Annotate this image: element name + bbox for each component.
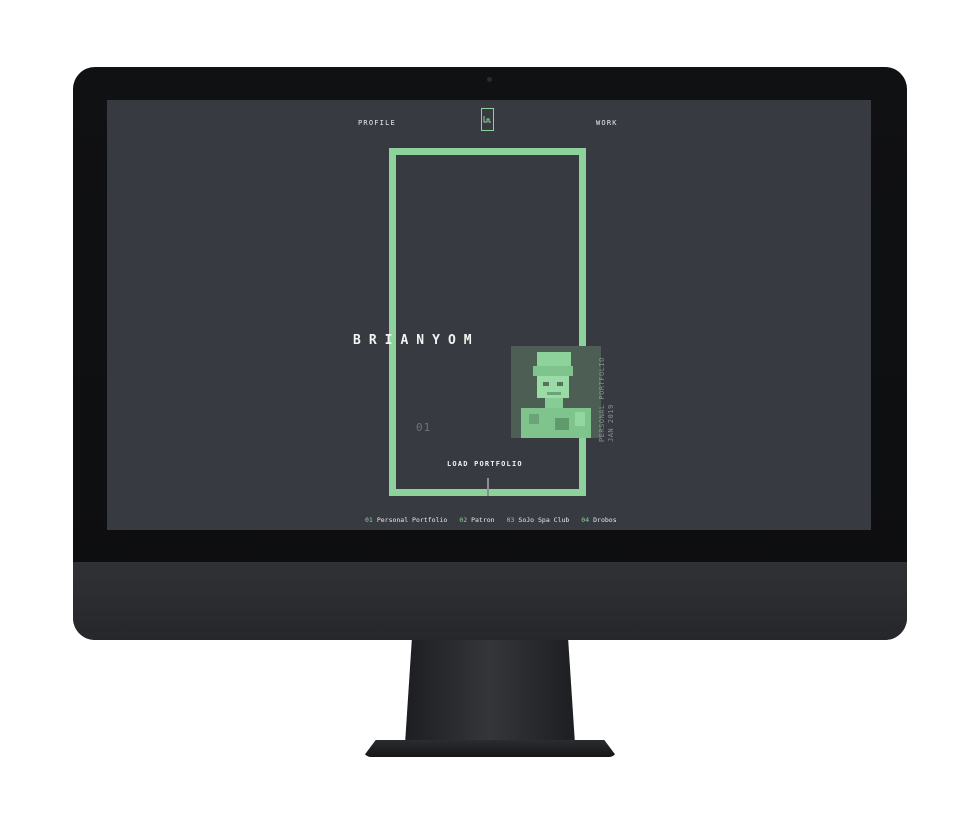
nav-profile-link[interactable]: PROFILE <box>358 119 396 127</box>
project-name: Personal Portfolio <box>376 516 448 524</box>
logo-glyph-icon <box>483 116 491 123</box>
project-name: Drobos <box>593 516 617 524</box>
monitor-stand-foot <box>363 740 617 757</box>
project-index: 01 <box>416 421 432 434</box>
pixel-portrait-image <box>511 346 601 438</box>
project-item-sojo-spa-club[interactable]: 03 SoJo Spa Club <box>507 516 570 524</box>
monitor-chin <box>73 562 907 640</box>
project-item-personal-portfolio[interactable]: 01 Personal Portfolio <box>365 516 447 524</box>
project-item-patron[interactable]: 02 Patron <box>459 516 494 524</box>
project-name: SoJo Spa Club <box>518 516 570 524</box>
vertical-label-title: PERSONAL PORTFOLIO <box>598 357 606 442</box>
project-list: 01 Personal Portfolio 02 Patron 03 SoJo Spa… <box>365 516 617 524</box>
camera-icon <box>487 77 492 82</box>
portfolio-frame <box>389 148 586 496</box>
project-number: 03 <box>506 516 515 524</box>
project-item-drobos[interactable]: 04 Drobos <box>581 516 616 524</box>
project-number: 04 <box>581 516 590 524</box>
project-number: 02 <box>459 516 468 524</box>
nav-work-link[interactable]: WORK <box>596 119 618 127</box>
load-portfolio-button[interactable]: LOAD PORTFOLIO <box>447 460 523 468</box>
monitor-stand <box>405 640 575 744</box>
project-vertical-label: PERSONAL PORTFOLIO JAN 2019 <box>598 342 616 442</box>
brand-logo-icon[interactable] <box>481 108 494 131</box>
project-number: 01 <box>365 516 373 524</box>
scroll-indicator <box>487 478 489 496</box>
screen: PROFILE WORK BRIANYOM PERSONAL PORTFOLIO <box>107 100 871 530</box>
vertical-label-date: JAN 2019 <box>607 404 615 442</box>
monitor-mockup: PROFILE WORK BRIANYOM PERSONAL PORTFOLIO <box>0 0 980 827</box>
site-name: BRIANYOM <box>353 333 480 348</box>
project-name: Patron <box>471 516 495 524</box>
